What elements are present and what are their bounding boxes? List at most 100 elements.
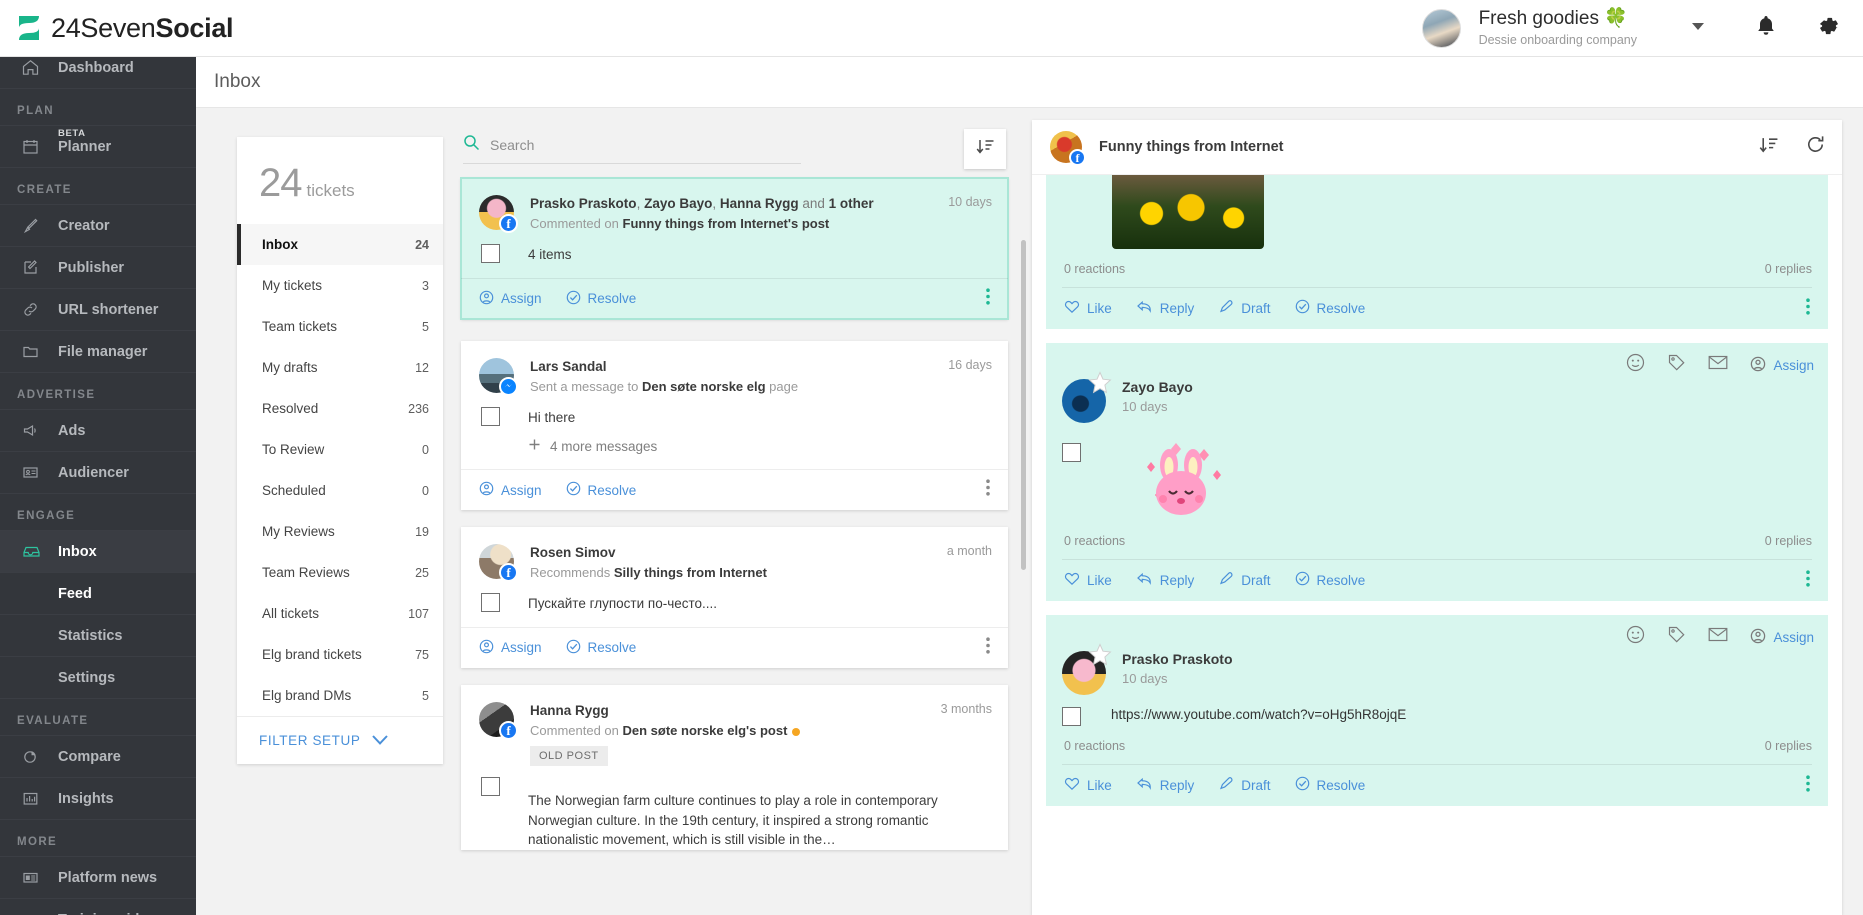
search-input[interactable]	[490, 137, 801, 153]
filter-label: All tickets	[262, 606, 320, 621]
ticket-checkbox[interactable]	[481, 407, 500, 426]
sidebar-item-training-videos[interactable]: Training videos	[0, 899, 196, 915]
sidebar-item-platform-news[interactable]: Platform news	[0, 857, 196, 899]
ticket-list-scrollbar[interactable]	[1021, 240, 1026, 800]
sidebar-item-compare[interactable]: Compare	[0, 736, 196, 778]
draft-button[interactable]: Draft	[1218, 571, 1271, 589]
assign-button[interactable]: Assign	[479, 639, 542, 657]
assign-button[interactable]: Assign	[479, 290, 542, 308]
assign-button[interactable]: Assign	[1750, 356, 1814, 375]
more-messages-toggle[interactable]: 4 more messages	[528, 437, 657, 457]
filter-item-scheduled[interactable]: Scheduled 0	[237, 470, 443, 511]
filter-item-team-reviews[interactable]: Team Reviews 25	[237, 552, 443, 593]
search-box[interactable]	[463, 134, 801, 164]
filter-item-resolved[interactable]: Resolved 236	[237, 388, 443, 429]
sidebar-item-ads[interactable]: Ads	[0, 410, 196, 452]
filter-item-my-reviews[interactable]: My Reviews 19	[237, 511, 443, 552]
filter-item-inbox[interactable]: Inbox 24	[237, 224, 443, 265]
sidebar-item-file-manager[interactable]: File manager	[0, 331, 196, 373]
like-button[interactable]: Like	[1064, 776, 1112, 794]
filter-setup-toggle[interactable]: FILTER SETUP	[237, 716, 443, 764]
more-options-icon[interactable]	[986, 288, 990, 310]
resolve-button[interactable]: Resolve	[1295, 776, 1365, 794]
draft-button[interactable]: Draft	[1218, 299, 1271, 317]
ticket-footer: Assign Resolve	[461, 626, 1008, 668]
conversation-message[interactable]: Assign Prasko Praskoto 10 days https://w…	[1046, 615, 1828, 806]
bar-chart-icon	[22, 790, 44, 807]
filter-item-my-tickets[interactable]: My tickets 3	[237, 265, 443, 306]
scrollbar-thumb[interactable]	[1021, 240, 1026, 570]
account-block[interactable]: Fresh goodies 🍀 Dessie onboarding compan…	[1479, 8, 1637, 47]
ticket-card[interactable]: f Rosen Simov Recommends Silly things fr…	[461, 527, 1008, 668]
ticket-card[interactable]: Lars Sandal Sent a message to Den søte n…	[461, 340, 1008, 511]
ticket-checkbox[interactable]	[481, 777, 500, 797]
envelope-icon[interactable]	[1708, 354, 1728, 376]
resolve-button[interactable]: Resolve	[566, 481, 636, 499]
filter-item-all-tickets[interactable]: All tickets 107	[237, 593, 443, 634]
filter-item-elg-brand-dms[interactable]: Elg brand DMs 5	[237, 675, 443, 716]
ticket-checkbox[interactable]	[481, 244, 500, 264]
draft-button[interactable]: Draft	[1218, 776, 1271, 794]
ticket-checkbox[interactable]	[481, 593, 500, 613]
sidebar-item-audiencer[interactable]: Audiencer	[0, 452, 196, 494]
sidebar-item-publisher[interactable]: Publisher	[0, 247, 196, 289]
sidebar-item-url-shortener[interactable]: URL shortener	[0, 289, 196, 331]
envelope-icon[interactable]	[1708, 626, 1728, 648]
chevron-down-icon[interactable]	[1689, 17, 1707, 40]
filter-item-team-tickets[interactable]: Team tickets 5	[237, 306, 443, 347]
reply-button[interactable]: Reply	[1136, 571, 1194, 589]
ticket-subtitle: Commented on Den søte norske elg's post	[530, 723, 931, 738]
sidebar-item-statistics[interactable]: Statistics	[0, 615, 196, 657]
conversation-message[interactable]: 0 reactions 0 replies Like Reply Draft R…	[1046, 175, 1828, 329]
emoji-icon[interactable]	[1626, 353, 1645, 377]
sort-descending-icon[interactable]	[1759, 135, 1779, 160]
reply-label: Reply	[1159, 777, 1195, 793]
draft-label: Draft	[1241, 300, 1271, 316]
tag-icon[interactable]	[1667, 353, 1686, 377]
sidebar-item-planner[interactable]: BETA Planner	[0, 126, 196, 168]
emoji-icon[interactable]	[1626, 625, 1645, 649]
resolve-button[interactable]: Resolve	[566, 290, 636, 308]
assign-button[interactable]: Assign	[479, 481, 542, 499]
avatar[interactable]	[1421, 8, 1461, 48]
sidebar-item-settings[interactable]: Settings	[0, 657, 196, 699]
ticket-subtitle: Commented on Funny things from Internet'…	[530, 216, 830, 232]
more-options-icon[interactable]	[1806, 297, 1810, 320]
page-title: Inbox	[214, 71, 261, 92]
ticket-subtitle: Sent a message to Den søte norske elg pa…	[530, 379, 799, 394]
check-circle-icon	[1295, 776, 1310, 794]
assign-button[interactable]: Assign	[1750, 628, 1814, 647]
resolve-button[interactable]: Resolve	[1295, 571, 1365, 589]
message-checkbox[interactable]	[1062, 707, 1081, 726]
sidebar-item-inbox[interactable]: Inbox	[0, 531, 196, 573]
reply-button[interactable]: Reply	[1136, 776, 1195, 794]
sidebar-item-insights[interactable]: Insights	[0, 778, 196, 820]
reply-button[interactable]: Reply	[1136, 299, 1195, 317]
more-options-icon[interactable]	[986, 479, 990, 501]
gear-icon[interactable]	[1817, 14, 1841, 43]
more-options-icon[interactable]	[1806, 774, 1810, 797]
message-checkbox[interactable]	[1062, 443, 1081, 462]
bell-icon[interactable]	[1755, 14, 1777, 43]
like-button[interactable]: Like	[1064, 299, 1112, 317]
message-sticker[interactable]	[1133, 435, 1229, 521]
more-options-icon[interactable]	[1806, 569, 1810, 592]
more-options-icon[interactable]	[986, 637, 990, 659]
reply-label: Reply	[1159, 300, 1195, 316]
message-photo[interactable]	[1112, 175, 1264, 249]
refresh-icon[interactable]	[1805, 134, 1826, 160]
sidebar-item-creator[interactable]: Creator	[0, 205, 196, 247]
ticket-card[interactable]: f Prasko Praskoto, Zayo Bayo, Hanna Rygg…	[460, 177, 1009, 332]
filter-item-elg-brand-tickets[interactable]: Elg brand tickets 75	[237, 634, 443, 675]
brand-logo[interactable]: 24SevenSocial	[0, 13, 234, 44]
ticket-card[interactable]: f Hanna Rygg Commented on Den søte norsk…	[461, 684, 1008, 850]
tag-icon[interactable]	[1667, 625, 1686, 649]
conversation-message[interactable]: Assign Zayo Bayo 10 days 0 reactions 0 r…	[1046, 343, 1828, 601]
sidebar-item-feed[interactable]: Feed	[0, 573, 196, 615]
filter-item-my-drafts[interactable]: My drafts 12	[237, 347, 443, 388]
like-button[interactable]: Like	[1064, 571, 1112, 589]
filter-item-to-review[interactable]: To Review 0	[237, 429, 443, 470]
sort-button[interactable]	[964, 129, 1006, 169]
resolve-button[interactable]: Resolve	[1295, 299, 1365, 317]
resolve-button[interactable]: Resolve	[566, 639, 636, 657]
